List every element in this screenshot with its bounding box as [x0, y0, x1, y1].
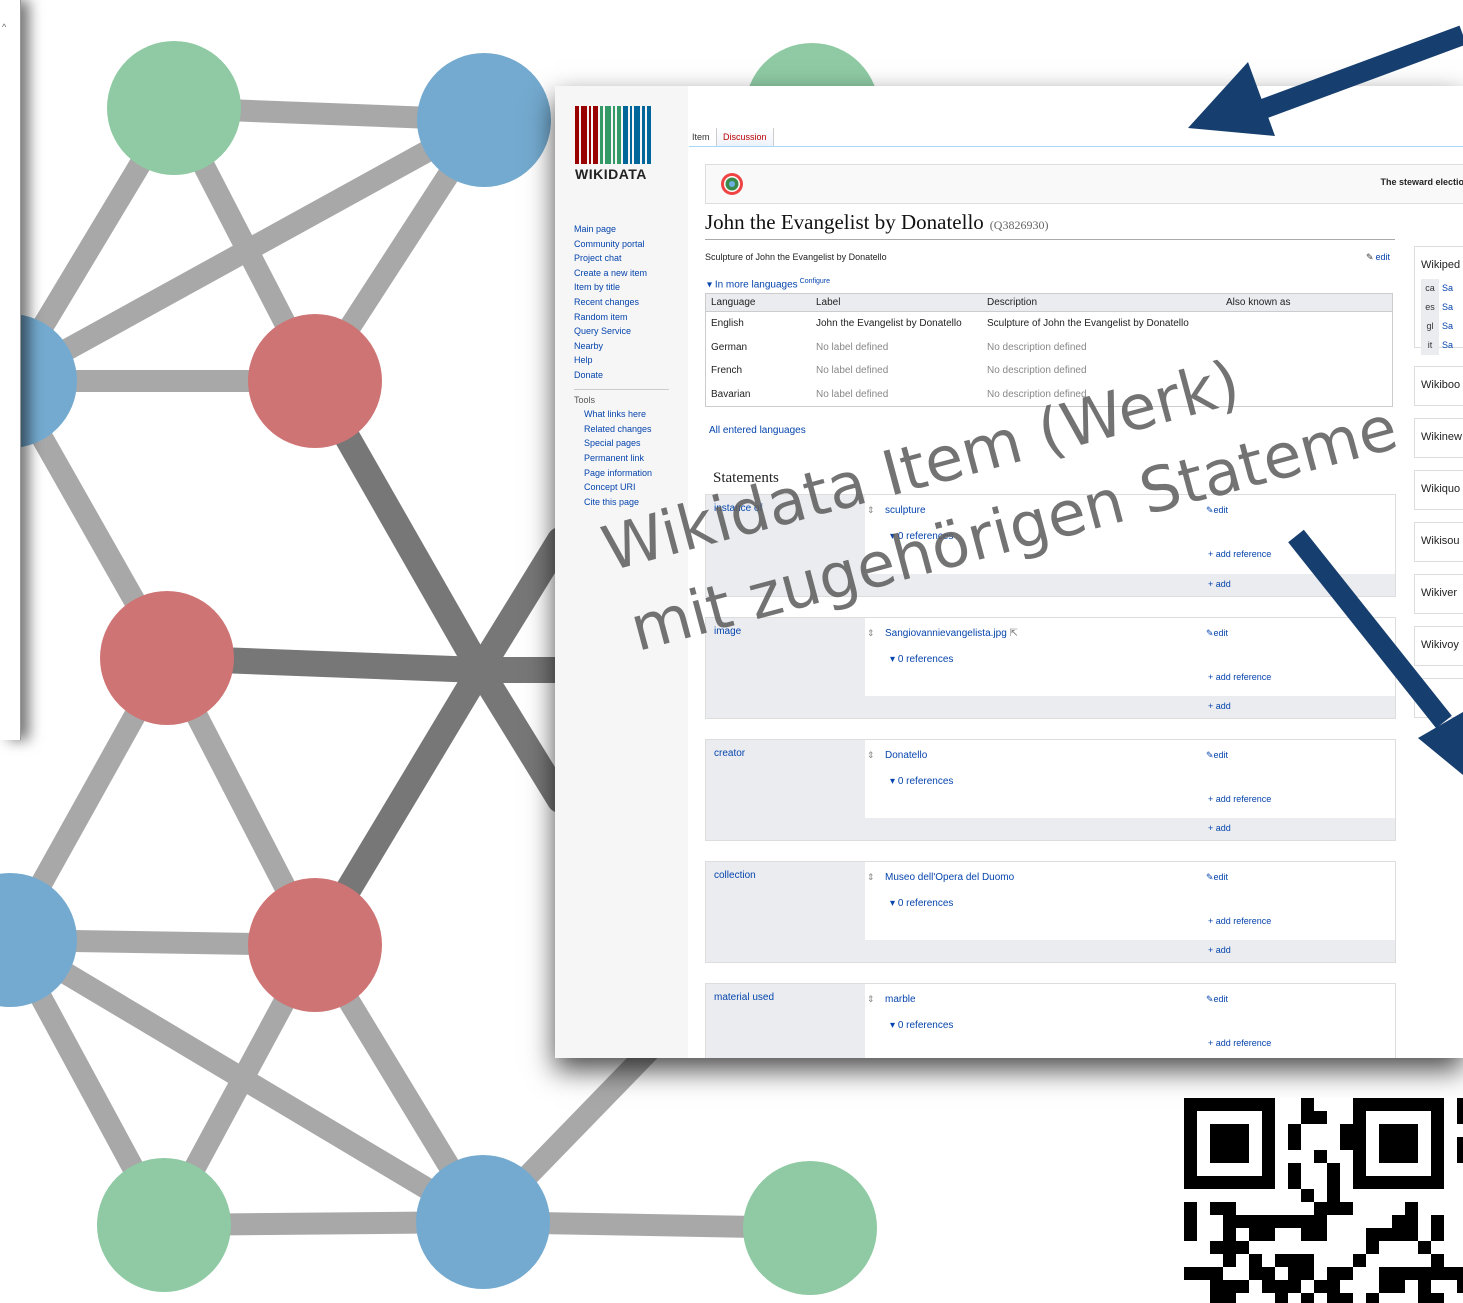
arrow-icon [1288, 529, 1463, 775]
arrow-icon [1188, 25, 1463, 136]
qr-code-icon [1184, 1098, 1463, 1303]
qr-code[interactable] [1184, 1098, 1463, 1303]
